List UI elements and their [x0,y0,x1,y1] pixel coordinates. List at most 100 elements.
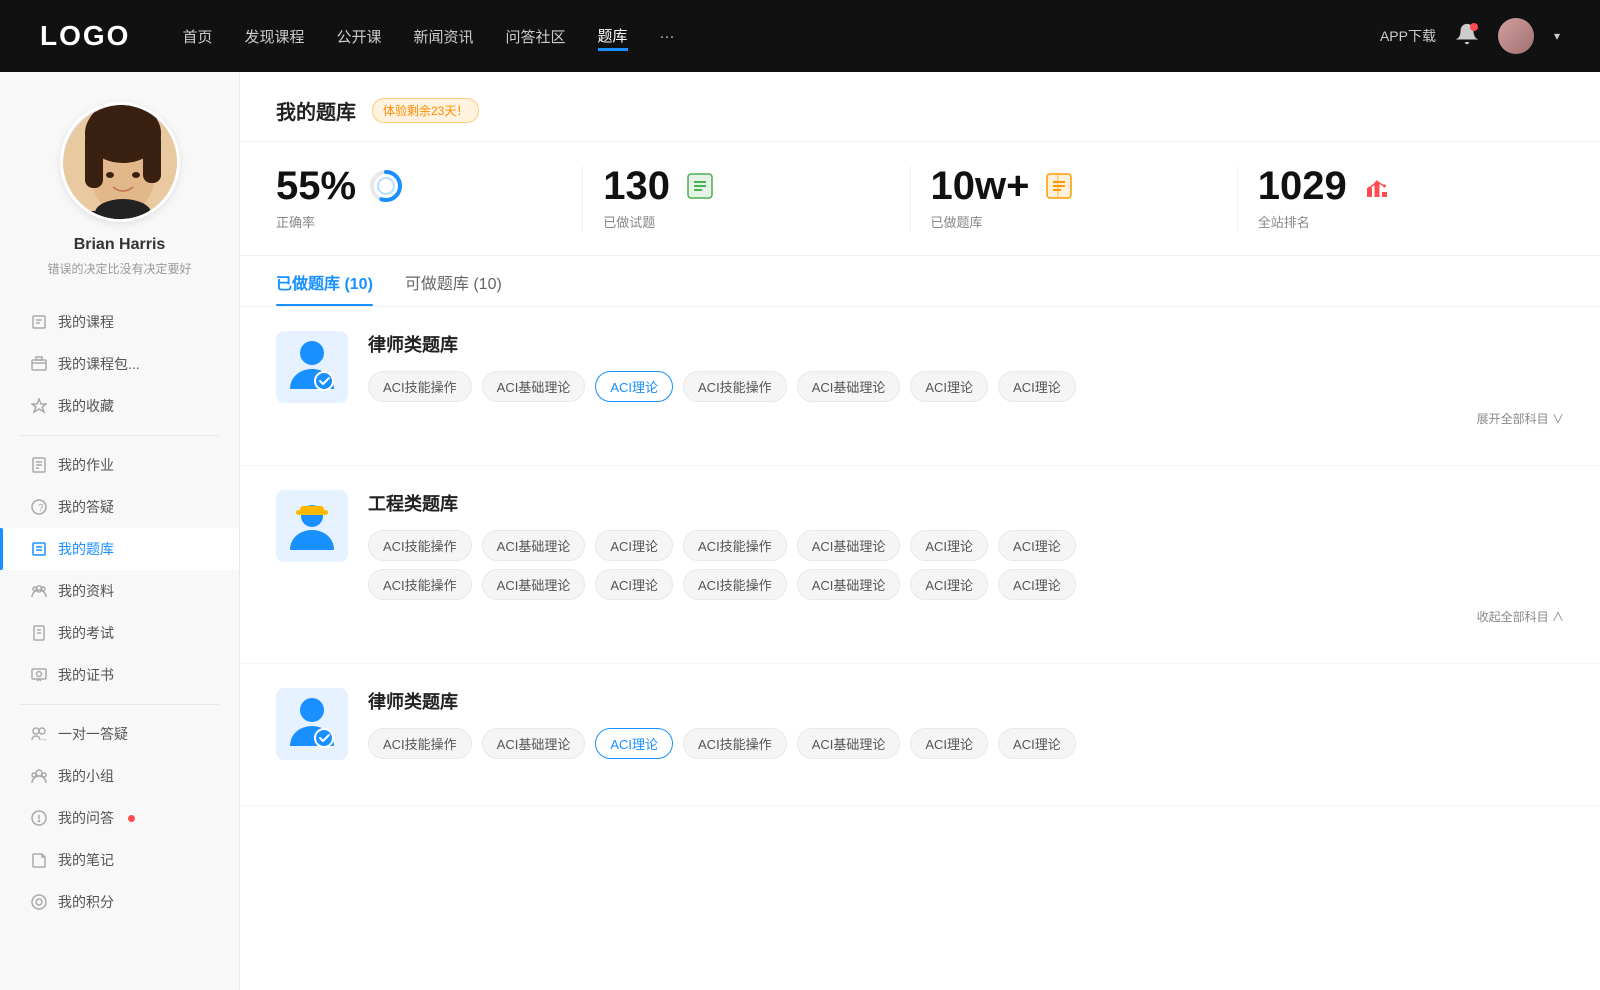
nav-discover[interactable]: 发现课程 [244,22,304,51]
nav-qbank[interactable]: 题库 [598,21,628,51]
qbank-section-2: 工程类题库 ACI技能操作 ACI基础理论 ACI理论 ACI技能操作 ACI基… [240,466,1600,664]
avatar-face-svg [63,105,180,222]
one-on-one-icon [30,725,48,743]
cert-icon [30,666,48,684]
nav-more[interactable]: ··· [660,24,675,49]
sidebar-item-points[interactable]: 我的积分 [0,881,239,923]
tag-2-9[interactable]: ACI基础理论 [482,569,586,600]
sidebar-item-qa[interactable]: ? 我的答疑 [0,486,239,528]
tag-3-7[interactable]: ACI理论 [998,728,1076,759]
stat-done-questions: 130 已做试题 [603,166,910,231]
tag-3-4[interactable]: ACI技能操作 [683,728,787,759]
group-icon [30,767,48,785]
stat-ranking-value: 1029 [1258,166,1347,206]
lawyer-icon-2 [276,688,348,760]
collapse-link-2[interactable]: 收起全部科目 ∧ [368,608,1564,625]
tag-2-1[interactable]: ACI技能操作 [368,530,472,561]
tab-done[interactable]: 已做题库 (10) [276,256,373,306]
tag-1-2[interactable]: ACI基础理论 [482,371,586,402]
sidebar-item-one-on-one[interactable]: 一对一答疑 [0,713,239,755]
tag-2-8[interactable]: ACI技能操作 [368,569,472,600]
nav-news[interactable]: 新闻资讯 [414,22,474,51]
tag-2-11[interactable]: ACI技能操作 [683,569,787,600]
main-layout: Brian Harris 错误的决定比没有决定要好 我的课程 我的课程包... [0,72,1600,990]
nav-qa[interactable]: 问答社区 [506,22,566,51]
sidebar-item-questions[interactable]: 我的问答 [0,797,239,839]
sidebar-item-label-homework: 我的作业 [58,455,114,475]
package-icon [30,355,48,373]
user-dropdown-arrow[interactable]: ▾ [1554,29,1560,43]
tag-2-6[interactable]: ACI理论 [910,530,988,561]
tag-2-2[interactable]: ACI基础理论 [482,530,586,561]
tag-1-5[interactable]: ACI基础理论 [797,371,901,402]
svg-text:?: ? [38,503,44,514]
tag-1-7[interactable]: ACI理论 [998,371,1076,402]
tag-3-5[interactable]: ACI基础理论 [797,728,901,759]
stat-done-questions-top: 130 [603,166,718,206]
stat-accuracy: 55% 正确率 [276,166,583,231]
notification-bell[interactable] [1456,23,1478,50]
tag-3-1[interactable]: ACI技能操作 [368,728,472,759]
tag-3-2[interactable]: ACI基础理论 [482,728,586,759]
qbank-name-3: 律师类题库 [368,688,1564,714]
stat-done-banks-top: 10w+ [931,166,1078,206]
lawyer-icon-1 [276,331,348,403]
tab-available[interactable]: 可做题库 (10) [405,256,502,306]
stats-row: 55% 正确率 130 [240,142,1600,256]
tag-3-6[interactable]: ACI理论 [910,728,988,759]
tag-2-7[interactable]: ACI理论 [998,530,1076,561]
sidebar-item-favorite[interactable]: 我的收藏 [0,385,239,427]
sidebar-item-exam[interactable]: 我的考试 [0,612,239,654]
tag-2-4[interactable]: ACI技能操作 [683,530,787,561]
qbank-body-2: 工程类题库 ACI技能操作 ACI基础理论 ACI理论 ACI技能操作 ACI基… [368,490,1564,625]
qbank-header-3: 律师类题库 ACI技能操作 ACI基础理论 ACI理论 ACI技能操作 ACI基… [276,688,1564,767]
nav-open[interactable]: 公开课 [336,22,381,51]
tags-row-3: ACI技能操作 ACI基础理论 ACI理论 ACI技能操作 ACI基础理论 AC… [368,728,1564,759]
sidebar-item-label-qa: 我的答疑 [58,497,114,517]
app-download[interactable]: APP下载 [1380,26,1436,46]
sidebar-item-label-notes: 我的笔记 [58,850,114,870]
tag-2-14[interactable]: ACI理论 [998,569,1076,600]
tag-1-6[interactable]: ACI理论 [910,371,988,402]
stat-done-questions-value: 130 [603,166,670,206]
tag-2-3[interactable]: ACI理论 [595,530,673,561]
note-icon [30,851,48,869]
qbank-name-1: 律师类题库 [368,331,1564,357]
nav-right: APP下载 ▾ [1380,18,1560,54]
tag-3-3[interactable]: ACI理论 [595,728,673,759]
sidebar-item-label-points: 我的积分 [58,892,114,912]
sidebar-item-course[interactable]: 我的课程 [0,301,239,343]
sidebar-menu: 我的课程 我的课程包... 我的收藏 [0,301,239,923]
sidebar-item-homework[interactable]: 我的作业 [0,444,239,486]
nav-home[interactable]: 首页 [182,22,212,51]
sidebar-item-notes[interactable]: 我的笔记 [0,839,239,881]
notification-dot [1470,23,1478,31]
stat-ranking: 1029 全站排名 [1258,166,1564,231]
tag-1-3[interactable]: ACI理论 [595,371,673,402]
tag-2-5[interactable]: ACI基础理论 [797,530,901,561]
main-content: 我的题库 体验剩余23天！ 55% 正确率 [240,72,1600,990]
tag-2-13[interactable]: ACI理论 [910,569,988,600]
tag-1-1[interactable]: ACI技能操作 [368,371,472,402]
sidebar-item-label-qbank: 我的题库 [58,539,114,559]
qbank-section-1: 律师类题库 ACI技能操作 ACI基础理论 ACI理论 ACI技能操作 ACI基… [240,307,1600,466]
expand-link-1[interactable]: 展开全部科目 ∨ [368,410,1564,427]
user-avatar[interactable] [1498,18,1534,54]
tag-2-10[interactable]: ACI理论 [595,569,673,600]
tag-2-12[interactable]: ACI基础理论 [797,569,901,600]
sidebar-item-group[interactable]: 我的小组 [0,755,239,797]
sidebar-item-cert[interactable]: 我的证书 [0,654,239,696]
stat-done-banks: 10w+ 已做题库 [931,166,1238,231]
qbank-header-1: 律师类题库 ACI技能操作 ACI基础理论 ACI理论 ACI技能操作 ACI基… [276,331,1564,427]
chart-icon [1359,168,1395,204]
sidebar-item-material[interactable]: 我的资料 [0,570,239,612]
star-icon [30,397,48,415]
qbank-icon [30,540,48,558]
tag-1-4[interactable]: ACI技能操作 [683,371,787,402]
tags-row-2a: ACI技能操作 ACI基础理论 ACI理论 ACI技能操作 ACI基础理论 AC… [368,530,1564,561]
sidebar-item-label-cert: 我的证书 [58,665,114,685]
stat-ranking-label: 全站排名 [1258,212,1310,231]
user-name: Brian Harris [74,236,166,254]
sidebar-item-qbank[interactable]: 我的题库 [0,528,239,570]
sidebar-item-package[interactable]: 我的课程包... [0,343,239,385]
